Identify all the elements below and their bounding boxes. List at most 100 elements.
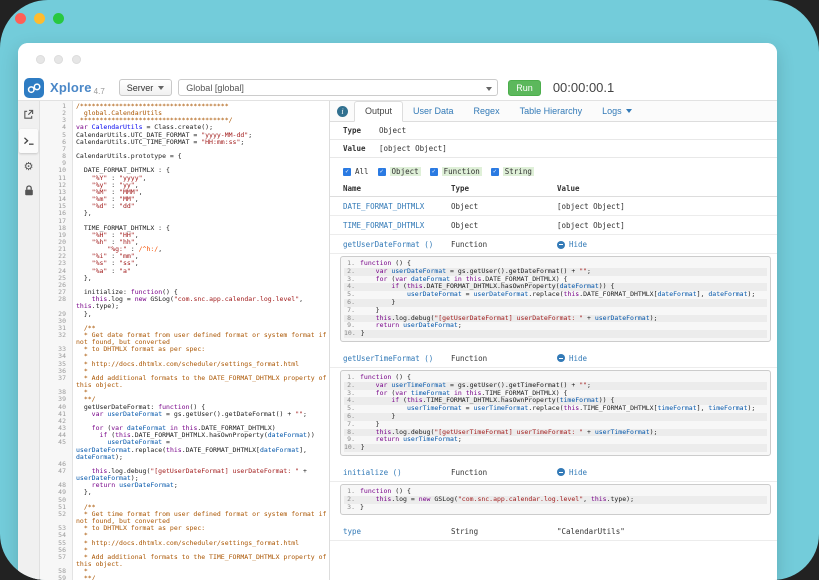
editor-line-number: 41 xyxy=(40,411,72,418)
editor-line-number: 58 xyxy=(40,568,72,575)
source-line-number: 10. xyxy=(344,444,361,452)
filter-label: String xyxy=(503,167,534,176)
tab-table-hierarchy[interactable]: Table Hierarchy xyxy=(510,102,593,121)
script-editor[interactable]: 1/**************************************… xyxy=(40,101,330,580)
sidebar-open-external-icon[interactable] xyxy=(18,102,39,126)
filter-object[interactable]: ✓ Object xyxy=(378,167,421,176)
hide-toggle[interactable]: Hide xyxy=(557,240,771,249)
editor-line-code: * Get time format from user defined form… xyxy=(72,511,329,525)
editor-line: 29 }, xyxy=(40,311,329,318)
checkbox-checked-icon[interactable]: ✓ xyxy=(430,168,438,176)
editor-line: 59 **/ xyxy=(40,575,329,580)
source-line-code: userTimeFormat = userTimeFormat.replace(… xyxy=(360,405,767,413)
editor-line-number: 33 xyxy=(40,346,72,353)
filter-all[interactable]: ✓All xyxy=(343,167,369,176)
editor-line-code: this.log = new GSLog("com.snc.app.calend… xyxy=(72,296,329,310)
table-row: typeString"CalendarUtils" xyxy=(330,522,777,541)
editor-line-number: 22 xyxy=(40,253,72,260)
info-tab-icon[interactable]: i xyxy=(337,106,348,117)
circle-minus-icon xyxy=(557,241,565,249)
app-name: Xplore xyxy=(50,80,92,95)
source-line-code: return userTimeFormat; xyxy=(360,436,767,444)
result-name-link[interactable]: getUserDateFormat () xyxy=(343,240,451,249)
editor-line-number: 57 xyxy=(40,554,72,568)
xplore-toolbar: Xplore4.7 Server Global [global] Run 00:… xyxy=(18,75,777,101)
editor-line-number: 10 xyxy=(40,167,72,174)
table-row: getUserTimeFormat ()FunctionHide xyxy=(330,349,777,368)
result-name-link[interactable]: getUserTimeFormat () xyxy=(343,354,451,363)
xplore-window: Xplore4.7 Server Global [global] Run 00:… xyxy=(18,43,777,580)
close-window-button[interactable] xyxy=(15,13,26,24)
filter-label: Object xyxy=(390,167,421,176)
run-button[interactable]: Run xyxy=(508,80,541,96)
sidebar-gear-icon[interactable]: ⚙ xyxy=(18,154,39,178)
editor-line-number: 20 xyxy=(40,239,72,246)
tab-regex[interactable]: Regex xyxy=(464,102,510,121)
editor-line-number: 9 xyxy=(40,160,72,167)
circle-minus-icon xyxy=(557,468,565,476)
tab-label: Output xyxy=(365,106,392,116)
source-line: 5. userDateFormat = userDateFormat.repla… xyxy=(344,291,767,299)
editor-line-number: 47 xyxy=(40,468,72,482)
tab-logs[interactable]: Logs xyxy=(592,102,642,121)
hide-label: Hide xyxy=(569,240,587,249)
results-table-body: DATE_FORMAT_DHTMLXObject[object Object]T… xyxy=(330,197,777,541)
result-name-link[interactable]: TIME_FORMAT_DHTMLX xyxy=(343,221,451,230)
checkbox-checked-icon[interactable]: ✓ xyxy=(378,168,386,176)
result-name-link[interactable]: initialize () xyxy=(343,468,451,477)
source-line-code: } xyxy=(361,330,767,338)
checkbox-checked-icon[interactable]: ✓ xyxy=(343,168,351,176)
editor-line-number: 40 xyxy=(40,404,72,411)
editor-line: 28 this.log = new GSLog("com.snc.app.cal… xyxy=(40,296,329,310)
minimize-window-button[interactable] xyxy=(34,13,45,24)
result-name-link[interactable]: DATE_FORMAT_DHTMLX xyxy=(343,202,451,211)
scope-select[interactable]: Global [global] xyxy=(178,79,498,96)
result-type: Function xyxy=(451,354,557,363)
editor-line-code: "%d" : "dd" xyxy=(72,203,329,210)
result-value: "CalendarUtils" xyxy=(557,527,771,536)
zoom-window-button[interactable] xyxy=(53,13,64,24)
editor-line-code: * Add additional formats to the TIME_FOR… xyxy=(72,554,329,568)
editor-line: 49 }, xyxy=(40,489,329,496)
filter-function[interactable]: ✓Function xyxy=(430,167,482,176)
editor-line: 32 * Get date format from user defined f… xyxy=(40,332,329,346)
result-name-link[interactable]: type xyxy=(343,527,451,536)
hide-toggle[interactable]: Hide xyxy=(557,354,771,363)
editor-line-code: }, xyxy=(72,275,329,282)
chevron-down-icon xyxy=(626,109,632,113)
editor-line-number: 13 xyxy=(40,189,72,196)
column-header-name: Name xyxy=(343,184,451,193)
editor-line-number: 54 xyxy=(40,532,72,539)
checkbox-checked-icon[interactable]: ✓ xyxy=(491,168,499,176)
hide-toggle[interactable]: Hide xyxy=(557,468,771,477)
source-line-number: 3. xyxy=(344,504,360,512)
editor-line-code: * xyxy=(72,389,329,396)
source-line-code: userDateFormat = userDateFormat.replace(… xyxy=(360,291,767,299)
editor-line: 16 }, xyxy=(40,210,329,217)
window-titlebar xyxy=(18,43,777,75)
tab-user-data[interactable]: User Data xyxy=(403,102,464,121)
editor-line-number: 35 xyxy=(40,361,72,368)
editor-line-number: 59 xyxy=(40,575,72,580)
editor-line-code: userDateFormat = userDateFormat.replace(… xyxy=(72,439,329,460)
source-line: 2. this.log = new GSLog("com.snc.app.cal… xyxy=(344,496,767,504)
editor-line-number: 12 xyxy=(40,182,72,189)
server-dropdown[interactable]: Server xyxy=(119,79,173,96)
source-line-code: return userDateFormat; xyxy=(360,322,767,330)
sidebar-lock-icon[interactable] xyxy=(18,178,39,202)
result-value: [object Object] xyxy=(557,221,771,230)
filter-string[interactable]: ✓ String xyxy=(491,167,534,176)
editor-line-number: 28 xyxy=(40,296,72,310)
xplore-logo-icon xyxy=(24,78,44,98)
editor-line: 47 this.log.debug("[getUserDateFormat] u… xyxy=(40,468,329,482)
editor-line-number: 31 xyxy=(40,325,72,332)
editor-line-code: CalendarUtils.prototype = { xyxy=(72,153,329,160)
editor-line: 45 userDateFormat = userDateFormat.repla… xyxy=(40,439,329,460)
summary-value: [object Object] xyxy=(379,144,771,153)
function-source-block: 1.function () {2. var userDateFormat = g… xyxy=(340,256,771,342)
sidebar-terminal-icon[interactable] xyxy=(19,129,38,153)
tab-output[interactable]: Output xyxy=(354,101,403,122)
results-table-header: NameTypeValue xyxy=(330,180,777,197)
chevron-down-icon xyxy=(486,87,492,91)
editor-line-code: var userDateFormat = gs.getUser().getDat… xyxy=(72,411,329,418)
